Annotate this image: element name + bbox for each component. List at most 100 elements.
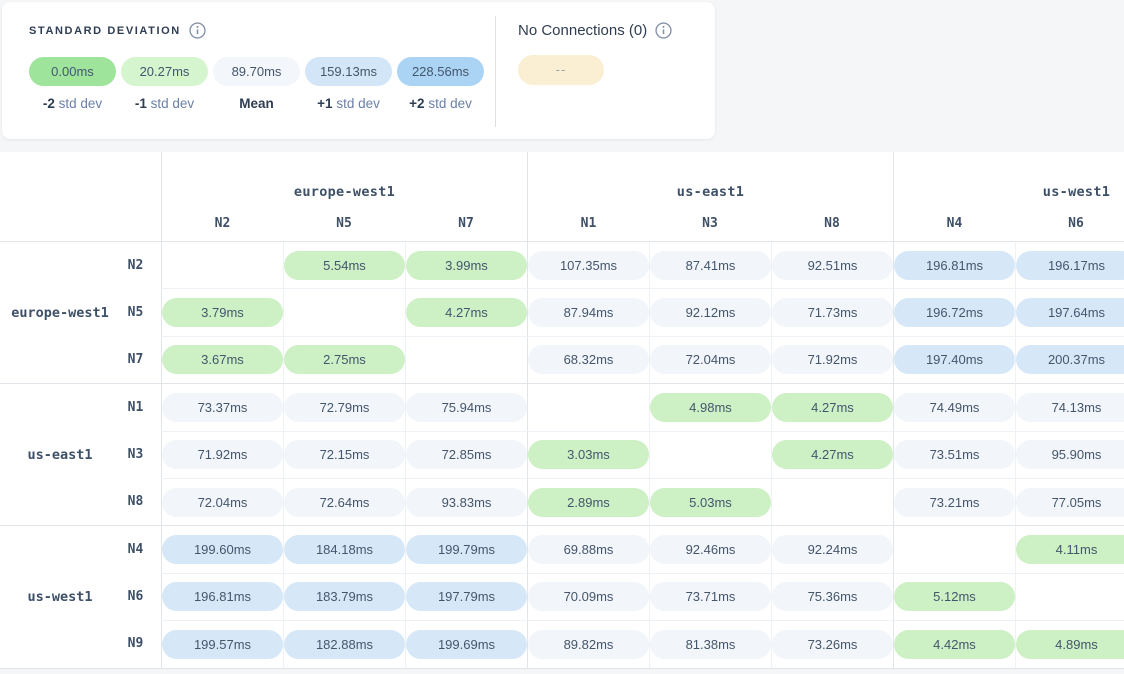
latency-pill[interactable]: 2.75ms — [284, 345, 405, 374]
latency-pill[interactable]: 5.12ms — [894, 582, 1015, 611]
latency-pill[interactable]: 71.92ms — [162, 440, 283, 469]
latency-pill[interactable]: 74.13ms — [1016, 393, 1124, 422]
latency-pill[interactable]: 92.46ms — [650, 535, 771, 564]
cell-n8-to-n4: 73.21ms — [893, 478, 1015, 525]
latency-pill[interactable]: 72.04ms — [162, 488, 283, 517]
latency-pill[interactable]: 200.37ms — [1016, 345, 1124, 374]
latency-pill[interactable]: 3.03ms — [528, 440, 649, 469]
no-connections-label: No Connections (0) — [518, 22, 647, 39]
latency-pill[interactable]: 196.81ms — [894, 251, 1015, 280]
latency-pill[interactable]: 4.42ms — [894, 630, 1015, 659]
latency-pill[interactable]: 4.11ms — [1016, 535, 1124, 564]
latency-pill[interactable]: 197.40ms — [894, 345, 1015, 374]
latency-pill[interactable]: 73.37ms — [162, 393, 283, 422]
info-icon — [655, 22, 672, 39]
latency-matrix: europe-west1N2N5N7us-east1N1N3N8us-west1… — [0, 152, 1124, 669]
cell-n6-to-n7: 197.79ms — [405, 573, 527, 620]
cell-n2-to-n7: 3.99ms — [405, 241, 527, 288]
latency-pill[interactable]: 75.36ms — [772, 582, 893, 611]
latency-pill[interactable]: 197.79ms — [406, 582, 527, 611]
cell-n1-to-n3: 4.98ms — [649, 383, 771, 430]
latency-pill[interactable]: 4.27ms — [772, 393, 893, 422]
cell-n7-to-n4: 197.40ms — [893, 336, 1015, 383]
latency-pill[interactable]: 71.92ms — [772, 345, 893, 374]
latency-pill[interactable]: 87.41ms — [650, 251, 771, 280]
latency-pill[interactable]: 73.51ms — [894, 440, 1015, 469]
legend-card: STANDARD DEVIATION 0.00ms-2 std dev20.27… — [2, 2, 715, 139]
latency-pill[interactable]: 75.94ms — [406, 393, 527, 422]
latency-pill[interactable]: 4.98ms — [650, 393, 771, 422]
latency-pill[interactable]: 93.83ms — [406, 488, 527, 517]
latency-pill[interactable]: 2.89ms — [528, 488, 649, 517]
latency-pill[interactable]: 95.90ms — [1016, 440, 1124, 469]
latency-pill[interactable]: 89.82ms — [528, 630, 649, 659]
latency-pill[interactable]: 72.85ms — [406, 440, 527, 469]
latency-pill[interactable]: 3.99ms — [406, 251, 527, 280]
cell-n4-to-n1: 69.88ms — [527, 525, 649, 572]
latency-pill[interactable]: 72.04ms — [650, 345, 771, 374]
no-connections-legend: No Connections (0) -- — [496, 2, 672, 139]
latency-pill[interactable]: 92.12ms — [650, 298, 771, 327]
latency-pill[interactable]: 196.72ms — [894, 298, 1015, 327]
stddev-legend: STANDARD DEVIATION 0.00ms-2 std dev20.27… — [2, 2, 484, 139]
cell-n6-to-n8: 75.36ms — [771, 573, 893, 620]
latency-pill[interactable]: 69.88ms — [528, 535, 649, 564]
latency-pill[interactable]: 184.18ms — [284, 535, 405, 564]
latency-pill[interactable]: 199.57ms — [162, 630, 283, 659]
cell-n2-to-n8: 92.51ms — [771, 241, 893, 288]
cell-n4-to-n3: 92.46ms — [649, 525, 771, 572]
latency-pill[interactable]: 68.32ms — [528, 345, 649, 374]
latency-pill[interactable]: 199.79ms — [406, 535, 527, 564]
legend-pill: 89.70ms — [213, 57, 300, 86]
latency-pill[interactable]: 72.15ms — [284, 440, 405, 469]
latency-pill[interactable]: 77.05ms — [1016, 488, 1124, 517]
latency-pill[interactable]: 87.94ms — [528, 298, 649, 327]
cell-self-N5 — [283, 288, 405, 335]
latency-pill[interactable]: 73.71ms — [650, 582, 771, 611]
col-node-label: N3 — [649, 208, 771, 241]
latency-pill[interactable]: 199.60ms — [162, 535, 283, 564]
latency-pill[interactable]: 4.27ms — [406, 298, 527, 327]
cell-n8-to-n6: 77.05ms — [1015, 478, 1124, 525]
latency-pill[interactable]: 73.26ms — [772, 630, 893, 659]
latency-pill[interactable]: 182.88ms — [284, 630, 405, 659]
cell-n9-to-n8: 73.26ms — [771, 620, 893, 667]
cell-n1-to-n4: 74.49ms — [893, 383, 1015, 430]
latency-pill[interactable]: 183.79ms — [284, 582, 405, 611]
legend-pill: 0.00ms — [29, 57, 116, 86]
latency-pill[interactable]: 70.09ms — [528, 582, 649, 611]
info-icon[interactable] — [655, 22, 672, 39]
col-region-label: us-west1 — [893, 152, 1124, 208]
latency-pill[interactable]: 5.54ms — [284, 251, 405, 280]
col-node-label: N5 — [283, 208, 405, 241]
info-icon[interactable] — [189, 22, 206, 39]
latency-pill[interactable]: 107.35ms — [528, 251, 649, 280]
latency-pill[interactable]: 4.27ms — [772, 440, 893, 469]
cell-n5-to-n1: 87.94ms — [527, 288, 649, 335]
cell-n8-to-n3: 5.03ms — [649, 478, 771, 525]
latency-pill[interactable]: 196.17ms — [1016, 251, 1124, 280]
latency-pill[interactable]: 72.64ms — [284, 488, 405, 517]
latency-pill[interactable]: 5.03ms — [650, 488, 771, 517]
legend-pill: 159.13ms — [305, 57, 392, 86]
legend-step-label: Mean — [239, 96, 274, 111]
row-node-label: N4 — [110, 525, 161, 572]
latency-pill[interactable]: 199.69ms — [406, 630, 527, 659]
latency-pill[interactable]: 74.49ms — [894, 393, 1015, 422]
latency-pill[interactable]: 4.89ms — [1016, 630, 1124, 659]
latency-pill[interactable]: 72.79ms — [284, 393, 405, 422]
legend-pill: 20.27ms — [121, 57, 208, 86]
cell-n5-to-n2: 3.79ms — [161, 288, 283, 335]
latency-pill[interactable]: 81.38ms — [650, 630, 771, 659]
latency-pill[interactable]: 197.64ms — [1016, 298, 1124, 327]
latency-pill[interactable]: 92.24ms — [772, 535, 893, 564]
col-node-label: N1 — [527, 208, 649, 241]
latency-pill[interactable]: 3.67ms — [162, 345, 283, 374]
legend-pill: 228.56ms — [397, 57, 484, 86]
latency-pill[interactable]: 71.73ms — [772, 298, 893, 327]
latency-pill[interactable]: 92.51ms — [772, 251, 893, 280]
latency-pill[interactable]: 3.79ms — [162, 298, 283, 327]
latency-pill[interactable]: 196.81ms — [162, 582, 283, 611]
cell-n9-to-n3: 81.38ms — [649, 620, 771, 667]
latency-pill[interactable]: 73.21ms — [894, 488, 1015, 517]
